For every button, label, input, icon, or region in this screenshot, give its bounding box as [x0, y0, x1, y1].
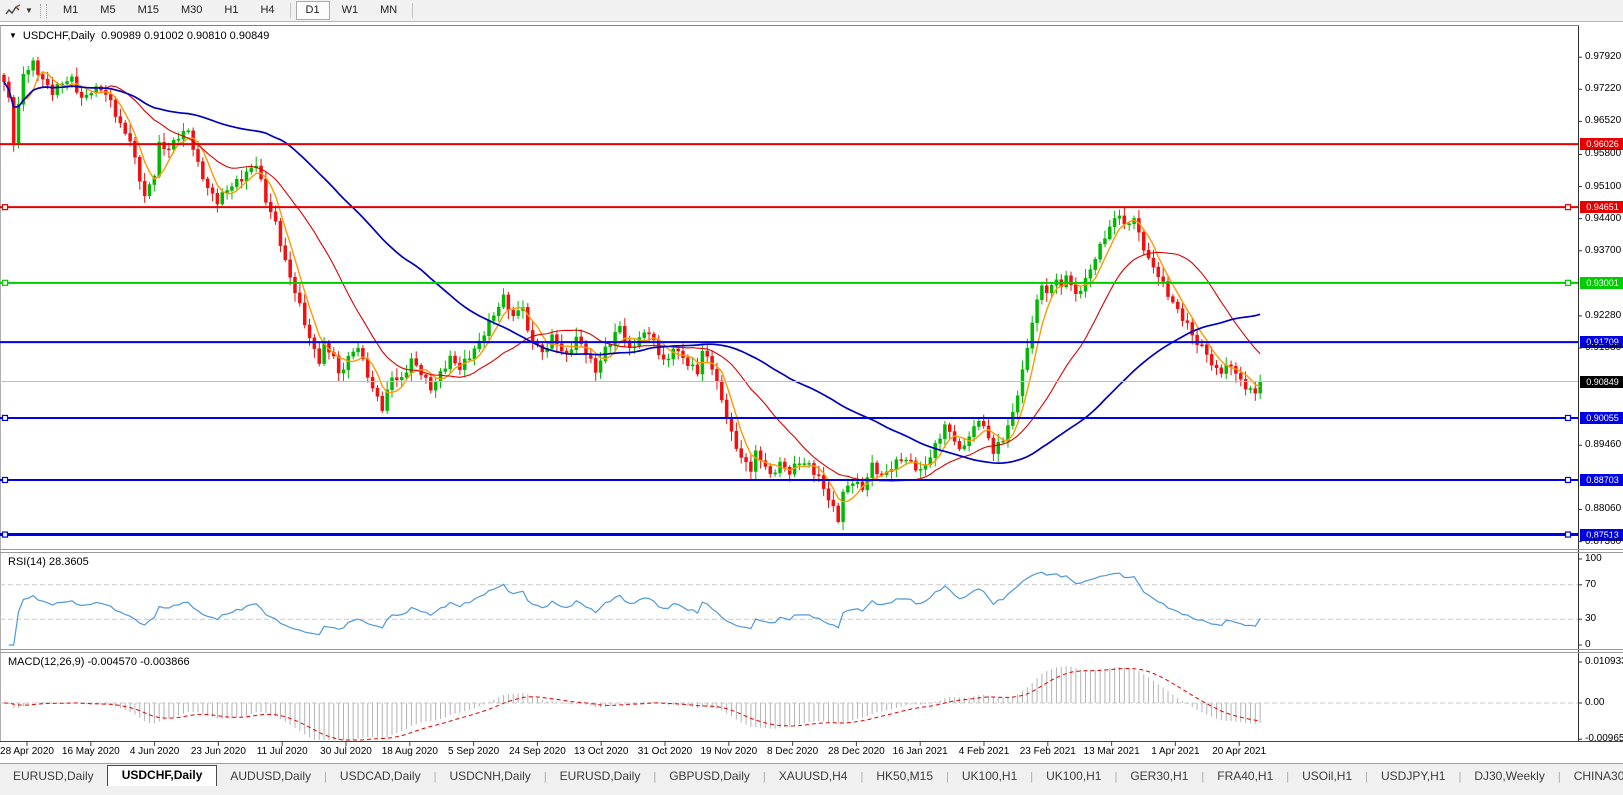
date-tick-label: 18 Aug 2020: [381, 746, 438, 757]
date-tick-label: 8 Dec 2020: [767, 746, 819, 757]
date-tick-label: 5 Sep 2020: [448, 746, 500, 757]
rsi-label: RSI(14) 28.3605: [8, 556, 89, 568]
price-level-label: 0.88703: [1580, 473, 1623, 486]
tab-uk100-h1-9[interactable]: UK100,H1: [949, 767, 1030, 786]
line-handle[interactable]: [1, 476, 9, 484]
rsi-tick-label: 30: [1585, 613, 1597, 625]
ohlc-open: 0.90989: [101, 30, 141, 42]
tab-usdjpy-h1-14[interactable]: USDJPY,H1: [1368, 767, 1458, 786]
line-handle[interactable]: [1, 204, 9, 211]
date-tick-label: 13 Mar 2021: [1083, 746, 1140, 757]
date-tick-label: 20 Apr 2021: [1212, 746, 1267, 757]
tab-ger30-h1-11[interactable]: GER30,H1: [1117, 767, 1201, 786]
line-handle[interactable]: [1, 531, 9, 538]
ohlc-high: 0.91002: [144, 30, 184, 42]
price-level-label: 0.90055: [1580, 411, 1623, 424]
line-handle[interactable]: [1, 414, 9, 422]
date-tick-label: 16 Jan 2021: [892, 746, 948, 757]
line-handle[interactable]: [1564, 476, 1572, 484]
price-level-label: 0.94651: [1580, 201, 1623, 214]
date-tick-label: 23 Jun 2020: [190, 746, 246, 757]
macd-label: MACD(12,26,9) -0.004570 -0.003866: [8, 656, 190, 668]
date-tick-label: 28 Apr 2020: [0, 746, 54, 757]
tab-uk100-h1-10[interactable]: UK100,H1: [1033, 767, 1114, 786]
date-tick-label: 11 Jul 2020: [256, 746, 308, 757]
tab-fra40-h1-12[interactable]: FRA40,H1: [1204, 767, 1286, 786]
bottom-strip: [0, 786, 1623, 795]
line-handle[interactable]: [1564, 414, 1572, 422]
tab-usdcnh-daily-4[interactable]: USDCNH,Daily: [436, 767, 543, 786]
price-tick-label: 0.93700: [1585, 244, 1622, 256]
date-tick-label: 4 Feb 2021: [958, 746, 1010, 757]
line-handle[interactable]: [1564, 279, 1572, 286]
ohlc-low: 0.90810: [186, 30, 227, 42]
price-tick-label: 0.97920: [1585, 51, 1622, 63]
price-tick-label: 0.89460: [1585, 439, 1622, 451]
price-chart[interactable]: [0, 0, 1623, 763]
tab-china300-h1-16[interactable]: CHINA300,H1: [1561, 767, 1623, 786]
rsi-tick-label: 70: [1585, 578, 1597, 590]
macd-main-value: -0.004570: [87, 656, 138, 668]
tab-eurusd-daily-5[interactable]: EURUSD,Daily: [547, 767, 654, 786]
rsi-tick-label: 0: [1585, 639, 1591, 650]
date-tick-label: 28 Dec 2020: [828, 746, 885, 757]
date-tick-label: 30 Jul 2020: [320, 746, 372, 757]
current-price-label: 0.90849: [1580, 375, 1623, 388]
date-tick-label: 4 Jun 2020: [129, 746, 180, 757]
date-tick-label: 31 Oct 2020: [637, 746, 693, 757]
date-tick-label: 23 Feb 2021: [1019, 746, 1076, 757]
date-tick-label: 16 May 2020: [61, 746, 120, 757]
tab-xauusd-h4-7[interactable]: XAUUSD,H4: [766, 767, 861, 786]
macd-tick-label: -0.009653: [1585, 733, 1623, 745]
tab-hk50-m15-8[interactable]: HK50,M15: [863, 767, 946, 786]
line-handle[interactable]: [1564, 531, 1572, 538]
price-tick-label: 0.96520: [1585, 115, 1622, 127]
tab-usdcad-daily-3[interactable]: USDCAD,Daily: [327, 767, 434, 786]
tab-dj30-weekly-15[interactable]: DJ30,Weekly: [1461, 767, 1557, 786]
price-tick-label: 0.91580: [1585, 342, 1622, 353]
rsi-tick-label: 100: [1585, 553, 1602, 564]
macd-tick-label: 0.010933: [1585, 656, 1623, 667]
date-tick-label: 1 Apr 2021: [1151, 746, 1200, 757]
price-tick-label: 0.92280: [1585, 309, 1622, 321]
chart-tab-bar: EURUSD,Daily USDCHF,Daily AUDUSD,Daily | USD…: [0, 763, 1623, 786]
date-tick-label: 19 Nov 2020: [700, 746, 758, 757]
price-tick-label: 0.97220: [1585, 83, 1622, 95]
rsi-value: 28.3605: [48, 556, 89, 568]
collapse-chart-icon[interactable]: ▼: [9, 31, 17, 40]
price-tick-label: 0.87360: [1585, 535, 1622, 547]
date-tick-label: 24 Sep 2020: [509, 746, 566, 757]
tab-usdchf-daily-1[interactable]: USDCHF,Daily: [106, 765, 218, 786]
chart-title: ▼ USDCHF,Daily 0.90989 0.91002 0.90810 0.…: [9, 30, 269, 42]
date-tick-label: 13 Oct 2020: [573, 746, 629, 757]
tab-usoil-h1-13[interactable]: USOil,H1: [1289, 767, 1365, 786]
chart-symbol-label: USDCHF,Daily: [22, 30, 96, 42]
tab-eurusd-daily-0[interactable]: EURUSD,Daily: [0, 767, 107, 786]
price-tick-label: 0.95800: [1585, 148, 1622, 160]
ohlc-close: 0.90849: [229, 30, 270, 42]
line-handle[interactable]: [1, 279, 9, 286]
macd-tick-label: 0.00: [1585, 697, 1605, 708]
tab-audusd-daily-2[interactable]: AUDUSD,Daily: [217, 767, 324, 786]
price-tick-label: 0.94400: [1585, 212, 1622, 224]
price-tick-label: 0.88060: [1585, 503, 1622, 515]
price-level-label: 0.93001: [1580, 276, 1623, 289]
tab-gbpusd-daily-6[interactable]: GBPUSD,Daily: [656, 767, 763, 786]
price-tick-label: 0.95100: [1585, 180, 1622, 192]
macd-signal-value: -0.003866: [140, 656, 190, 668]
line-handle[interactable]: [1564, 204, 1572, 211]
